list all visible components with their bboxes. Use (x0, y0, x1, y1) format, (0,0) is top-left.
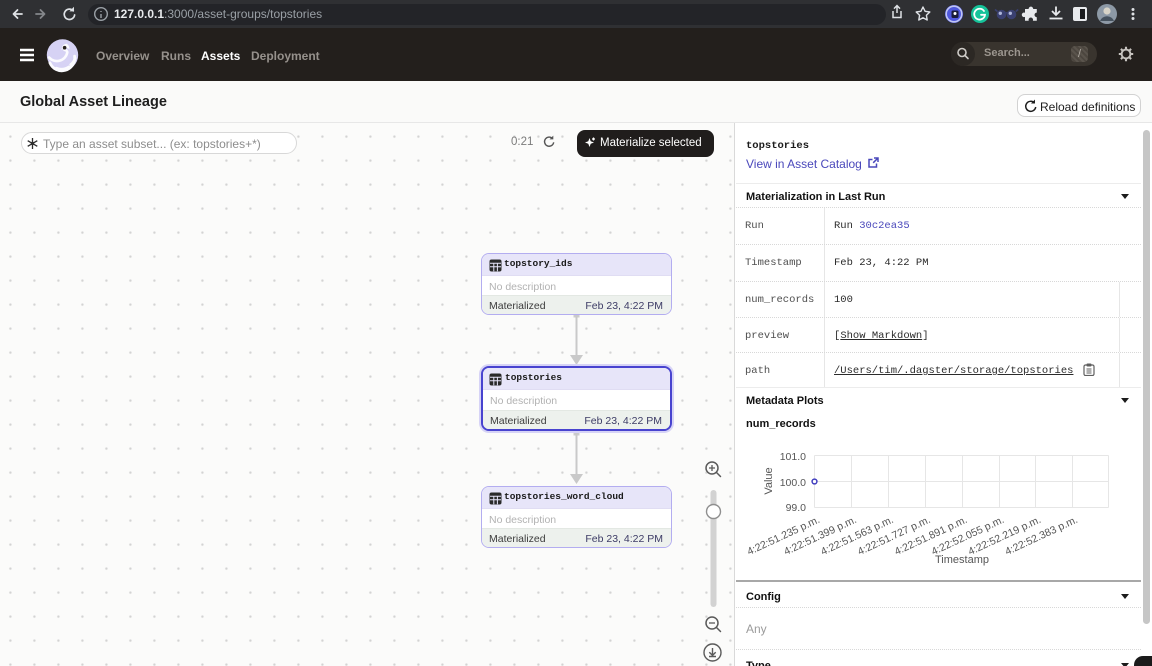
svg-text:Timestamp: Timestamp (935, 554, 989, 566)
svg-text:100.0: 100.0 (780, 477, 806, 489)
svg-text:99.0: 99.0 (786, 502, 807, 514)
svg-text:Value: Value (763, 467, 775, 494)
svg-text:101.0: 101.0 (780, 451, 806, 463)
